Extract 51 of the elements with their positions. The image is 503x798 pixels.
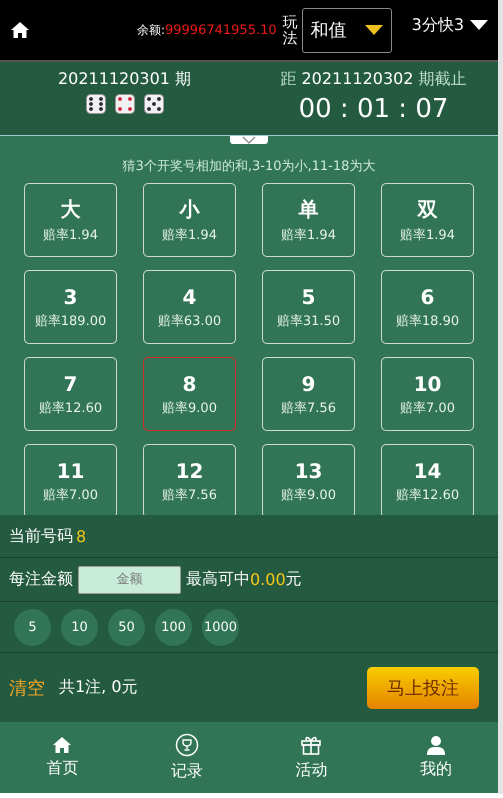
- tab-item[interactable]: 记录: [124, 722, 249, 793]
- max-win-value: 0.00: [250, 570, 286, 589]
- play-select[interactable]: 和值: [302, 8, 392, 52]
- clear-button[interactable]: 清空: [9, 676, 45, 700]
- caret-icon: [470, 20, 488, 30]
- amount-chip[interactable]: 50: [108, 608, 145, 646]
- bet-option[interactable]: 大 赔率1.94: [24, 183, 117, 257]
- bet-option[interactable]: 10 赔率7.00: [381, 357, 474, 431]
- play-label: 玩法: [282, 14, 298, 46]
- max-win-label: 最高可中: [186, 569, 250, 590]
- amount-field[interactable]: 金额: [78, 566, 181, 594]
- amount-chip[interactable]: 5: [14, 608, 51, 646]
- amount-label: 每注金额: [9, 569, 73, 590]
- bet-option[interactable]: 小 赔率1.94: [143, 183, 236, 257]
- balance-label: 余额:: [136, 22, 165, 38]
- bet-option[interactable]: 4 赔率63.00: [143, 270, 236, 344]
- bet-option[interactable]: 5 赔率31.50: [262, 270, 355, 344]
- bet-option[interactable]: 双 赔率1.94: [381, 183, 474, 257]
- tab-item[interactable]: 首页: [0, 722, 124, 793]
- bet-option[interactable]: 9 赔率7.56: [262, 357, 355, 431]
- next-prefix: 距: [280, 69, 296, 90]
- user-icon: [426, 735, 446, 755]
- home-icon: [52, 736, 72, 754]
- amount-chip[interactable]: 100: [155, 608, 192, 646]
- chevron-icon: [242, 136, 256, 144]
- bet-option[interactable]: 6 赔率18.90: [381, 270, 474, 344]
- expand-toggle[interactable]: [230, 136, 268, 144]
- current-issue: 20211120301 期: [58, 69, 192, 90]
- bet-option[interactable]: 8 赔率9.00: [143, 357, 236, 431]
- tab-item[interactable]: 活动: [249, 722, 374, 793]
- home-icon[interactable]: [10, 21, 30, 39]
- bet-option[interactable]: 3 赔率189.00: [24, 270, 117, 344]
- bet-option[interactable]: 单 赔率1.94: [262, 183, 355, 257]
- caret-icon: [364, 25, 383, 35]
- next-issue: 20211120302: [302, 69, 414, 90]
- bet-option[interactable]: 7 赔率12.60: [24, 357, 117, 431]
- tab-item[interactable]: 我的: [374, 722, 498, 793]
- current-number-label: 当前号码: [9, 526, 73, 546]
- max-win-unit: 元: [286, 569, 302, 590]
- amount-chip[interactable]: 1000: [202, 608, 239, 646]
- balance-amount: 99996741955.10: [164, 22, 277, 38]
- next-suffix: 期截止: [418, 69, 466, 90]
- current-number-value: 8: [76, 526, 86, 546]
- amount-chip[interactable]: 10: [61, 608, 98, 646]
- rule-text: 猜3个开奖号相加的和,3-10为小,11-18为大: [122, 158, 376, 175]
- trophy-icon: [174, 733, 199, 757]
- countdown: 00 : 01 : 07: [298, 94, 448, 124]
- gift-icon: [300, 734, 322, 756]
- place-bet-button[interactable]: 马上投注: [367, 666, 479, 708]
- bet-total: 共1注, 0元: [59, 677, 138, 698]
- lottery-select[interactable]: 3分快3: [412, 14, 488, 36]
